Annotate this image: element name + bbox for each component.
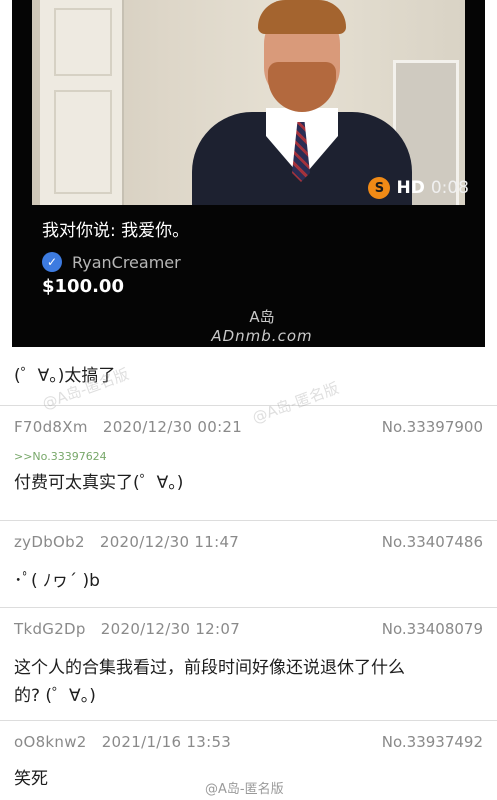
reply-header: zyDbOb2 2020/12/30 11:47 No.33407486	[0, 521, 497, 557]
hd-label: HD	[396, 178, 425, 198]
bottom-watermark: @A岛-匿名版	[205, 782, 284, 797]
reply-meta: F70d8Xm 2020/12/30 00:21	[14, 418, 242, 436]
user-id[interactable]: zyDbOb2	[14, 533, 85, 551]
video-duration: 0:08	[430, 178, 469, 198]
video-thumbnail[interactable]	[32, 0, 465, 205]
door-panel	[54, 90, 112, 194]
post-number[interactable]: No.33397900	[382, 418, 483, 436]
user-id[interactable]: oO8knw2	[14, 733, 87, 751]
post-datetime: 2021/1/16 13:53	[101, 733, 232, 751]
door-panel	[54, 8, 112, 76]
user-row: ✓ RyanCreamer	[42, 252, 181, 272]
reply-post: F70d8Xm 2020/12/30 00:21 No.33397900 >>N…	[0, 406, 497, 520]
reply-meta: zyDbOb2 2020/12/30 11:47	[14, 533, 239, 551]
site-logo-watermark: A岛 ADnmb.com	[202, 306, 322, 345]
person-hair	[258, 0, 346, 34]
video-card[interactable]: S HD 0:08 我对你说: 我爱你。 ✓ RyanCreamer $100.…	[12, 0, 485, 347]
person-beard	[268, 62, 336, 112]
post-number[interactable]: No.33407486	[382, 533, 483, 551]
reply-text: ･ﾟ( ﾉヮ´ )b	[14, 571, 100, 591]
reply-post: TkdG2Dp 2020/12/30 12:07 No.33408079 这个人…	[0, 608, 497, 720]
verified-check-icon: ✓	[42, 252, 62, 272]
post-number[interactable]: No.33937492	[382, 733, 483, 751]
post-number[interactable]: No.33408079	[382, 620, 483, 638]
logo-line2: ADnmb.com	[211, 327, 313, 345]
reply-header: F70d8Xm 2020/12/30 00:21 No.33397900	[0, 406, 497, 442]
post-datetime: 2020/12/30 12:07	[100, 620, 241, 638]
payment-amount: $100.00	[42, 276, 124, 297]
reply-text-line2: 的? (゜∀。)	[14, 686, 96, 706]
reply-text-line1: 这个人的合集我看过，前段时间好像还说退休了什么	[14, 658, 405, 678]
coin-icon: S	[368, 177, 391, 199]
reply-header: oO8knw2 2021/1/16 13:53 No.33937492	[0, 721, 497, 757]
door-illustration	[40, 0, 124, 205]
reply-meta: oO8knw2 2021/1/16 13:53	[14, 733, 231, 751]
post-datetime: 2020/12/30 00:21	[102, 418, 243, 436]
reply-text: 付费可太真实了(゜∀。)	[14, 473, 184, 493]
quote-link[interactable]: >>No.33397624	[0, 450, 497, 463]
user-id[interactable]: F70d8Xm	[14, 418, 88, 436]
reply-post: zyDbOb2 2020/12/30 11:47 No.33407486 ･ﾟ(…	[0, 521, 497, 607]
logo-line1: A岛	[249, 308, 275, 326]
thread-posts: (゜∀。)太搞了 F70d8Xm 2020/12/30 00:21 No.333…	[0, 347, 497, 791]
post-datetime: 2020/12/30 11:47	[99, 533, 240, 551]
username[interactable]: RyanCreamer	[72, 253, 181, 272]
video-message: 我对你说: 我爱你。	[42, 221, 190, 241]
video-badge: S HD 0:08	[368, 176, 469, 200]
reply-header: TkdG2Dp 2020/12/30 12:07 No.33408079	[0, 608, 497, 644]
user-id[interactable]: TkdG2Dp	[14, 620, 86, 638]
reply-meta: TkdG2Dp 2020/12/30 12:07	[14, 620, 240, 638]
